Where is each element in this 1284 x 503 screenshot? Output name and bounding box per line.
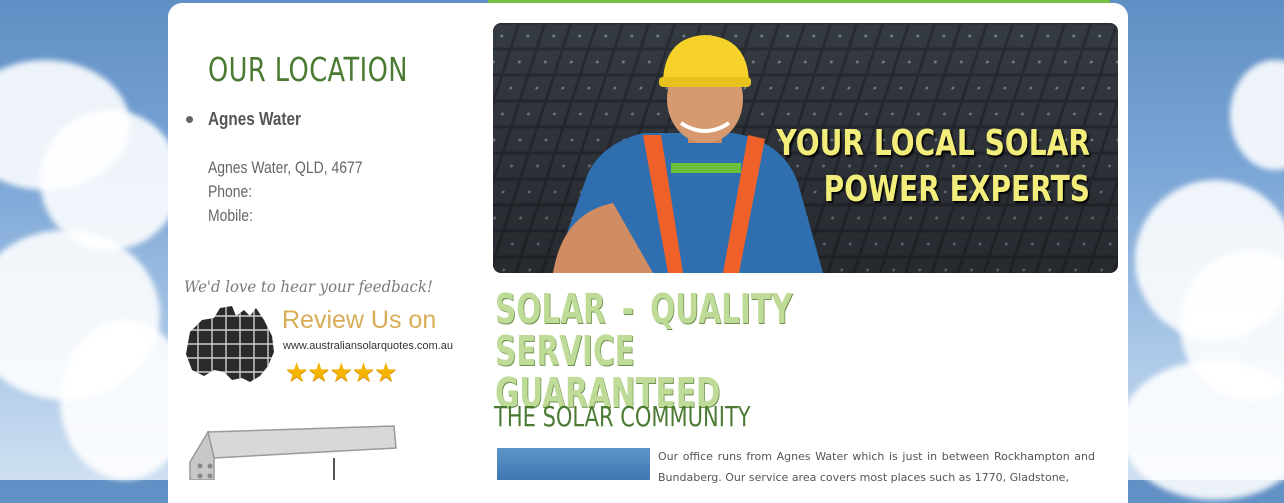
australia-solar-map-icon xyxy=(186,306,274,382)
mobile-label: Mobile: xyxy=(208,206,253,225)
hero-tagline: YOUR LOCAL SOLAR POWER EXPERTS xyxy=(776,121,1090,213)
header-accent-strip xyxy=(488,0,1110,3)
feedback-prompt: We'd love to hear your feedback! xyxy=(184,277,433,296)
location-name: Agnes Water xyxy=(208,109,301,129)
location-title: OUR LOCATION xyxy=(208,50,408,89)
intro-paragraph: Our office runs from Agnes Water which i… xyxy=(658,450,1095,484)
hero-tagline-line2: POWER EXPERTS xyxy=(823,169,1090,210)
rating-stars: ★★★★★ xyxy=(285,357,398,387)
community-photo xyxy=(497,448,650,480)
section-title: THE SOLAR COMMUNITY xyxy=(494,400,751,433)
review-heading: Review Us on xyxy=(282,306,437,334)
solar-mount-image xyxy=(189,425,397,480)
review-url: www.australiansolarquotes.com.au xyxy=(283,340,453,352)
hero-tagline-line1: YOUR LOCAL SOLAR xyxy=(776,123,1090,164)
page-title: SOLAR - QUALITY SERVICE GUARANTEED xyxy=(495,285,793,417)
phone-label: Phone: xyxy=(208,182,253,201)
location-address: Agnes Water, QLD, 4677 xyxy=(208,158,363,177)
bullet-icon xyxy=(186,116,193,123)
hero-banner: YOUR LOCAL SOLAR POWER EXPERTS xyxy=(493,23,1118,273)
